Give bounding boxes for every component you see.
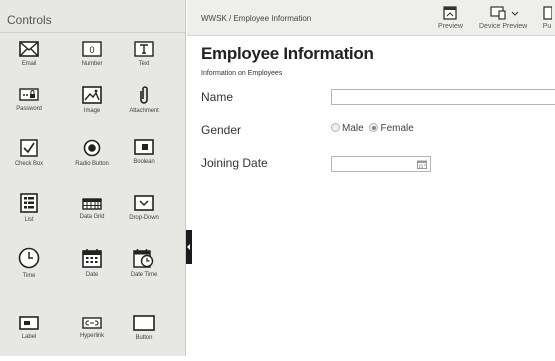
preview-label: Preview bbox=[438, 23, 463, 30]
publish-button[interactable]: Pu bbox=[542, 6, 552, 30]
control-check-box[interactable]: Check Box bbox=[3, 139, 55, 183]
radio-male[interactable] bbox=[331, 123, 340, 132]
gender-label: Gender bbox=[201, 123, 242, 137]
control-label: Number bbox=[81, 61, 103, 67]
attachment-icon bbox=[140, 86, 148, 104]
control-date-time[interactable]: Date Time bbox=[118, 248, 170, 292]
control-label: Date bbox=[85, 272, 99, 278]
button-icon bbox=[133, 315, 155, 331]
control-label: Image bbox=[83, 108, 101, 114]
checkbox-icon bbox=[20, 139, 38, 157]
collapse-panel-handle[interactable] bbox=[186, 230, 192, 264]
joining-date-label: Joining Date bbox=[201, 156, 268, 170]
control-number[interactable]: 0 Number bbox=[66, 41, 118, 85]
calendar-icon[interactable] bbox=[417, 160, 427, 169]
control-label: Drop-Down bbox=[129, 215, 159, 221]
control-label: Radio Button bbox=[75, 161, 109, 167]
gender-radio-group: Male Female bbox=[331, 123, 417, 134]
control-label: Check Box bbox=[14, 161, 44, 167]
control-email[interactable]: Email bbox=[3, 41, 55, 85]
device-preview-label: Device Preview bbox=[479, 23, 528, 30]
control-password[interactable]: Password bbox=[3, 86, 55, 130]
control-label: Button bbox=[135, 335, 153, 341]
control-label: Text bbox=[138, 61, 150, 67]
control-radio-button[interactable]: Radio Button bbox=[66, 139, 118, 183]
radio-female[interactable] bbox=[369, 123, 379, 132]
control-label: Email bbox=[21, 61, 37, 67]
hyperlink-icon bbox=[82, 317, 102, 329]
control-label: Time bbox=[22, 273, 36, 279]
control-attachment[interactable]: Attachment bbox=[118, 86, 170, 130]
data-grid-icon bbox=[82, 198, 102, 210]
control-label: Hyperlink bbox=[79, 333, 105, 339]
control-label: Attachment bbox=[129, 108, 159, 114]
gender-option-label: Female bbox=[380, 123, 414, 134]
number-icon: 0 bbox=[82, 41, 102, 57]
image-icon bbox=[82, 86, 102, 104]
joining-date-input[interactable] bbox=[331, 156, 431, 172]
gender-option-label: Male bbox=[342, 123, 364, 134]
control-image[interactable]: Image bbox=[66, 86, 118, 130]
name-input[interactable] bbox=[331, 89, 555, 105]
breadcrumb: WWSK / Employee Information bbox=[201, 14, 312, 23]
control-label: Boolean bbox=[133, 159, 155, 165]
form-subtitle: Information on Employees bbox=[201, 70, 283, 77]
date-time-icon bbox=[133, 249, 154, 268]
publish-label: Pu bbox=[542, 23, 552, 30]
preview-icon bbox=[443, 6, 458, 20]
control-boolean[interactable]: Boolean bbox=[118, 139, 170, 183]
control-list[interactable]: List bbox=[3, 193, 55, 237]
svg-text:0: 0 bbox=[89, 45, 94, 55]
preview-button[interactable]: Preview bbox=[438, 6, 463, 30]
password-icon bbox=[19, 88, 39, 101]
control-time[interactable]: Time bbox=[3, 247, 55, 291]
control-button[interactable]: Button bbox=[118, 315, 170, 359]
control-label: Date Time bbox=[130, 272, 158, 278]
email-icon bbox=[19, 41, 39, 57]
chevron-down-icon bbox=[511, 11, 519, 16]
control-text[interactable]: Text bbox=[118, 41, 170, 85]
top-bar: WWSK / Employee Information Preview Devi… bbox=[187, 0, 555, 36]
control-label: Label bbox=[21, 334, 37, 340]
radio-button-icon bbox=[83, 139, 101, 157]
control-label: List bbox=[24, 217, 34, 223]
list-icon bbox=[20, 193, 38, 213]
clock-icon bbox=[18, 247, 40, 269]
gender-option-male[interactable]: Male bbox=[331, 123, 366, 134]
label-icon bbox=[19, 316, 39, 330]
boolean-icon bbox=[134, 139, 154, 155]
text-icon bbox=[134, 41, 154, 57]
calendar-icon bbox=[82, 249, 102, 268]
control-data-grid[interactable]: Data Grid bbox=[66, 198, 118, 242]
publish-icon bbox=[543, 6, 552, 20]
control-label: Data Grid bbox=[79, 214, 105, 220]
device-preview-icon bbox=[490, 6, 519, 20]
controls-panel-title: Controls bbox=[7, 13, 52, 27]
dropdown-icon bbox=[134, 195, 154, 211]
form-title: Employee Information bbox=[201, 44, 374, 63]
control-label: Password bbox=[16, 106, 42, 112]
name-label: Name bbox=[201, 90, 234, 104]
control-hyperlink[interactable]: Hyperlink bbox=[66, 317, 118, 361]
device-preview-button[interactable]: Device Preview bbox=[479, 6, 527, 30]
controls-panel: Controls Email 0 Number Text Password Im… bbox=[0, 0, 186, 356]
control-label-field[interactable]: Label bbox=[3, 316, 55, 360]
control-date[interactable]: Date bbox=[66, 248, 118, 292]
divider bbox=[0, 32, 185, 33]
gender-option-female[interactable]: Female bbox=[369, 123, 414, 134]
control-drop-down[interactable]: Drop-Down bbox=[118, 195, 170, 239]
